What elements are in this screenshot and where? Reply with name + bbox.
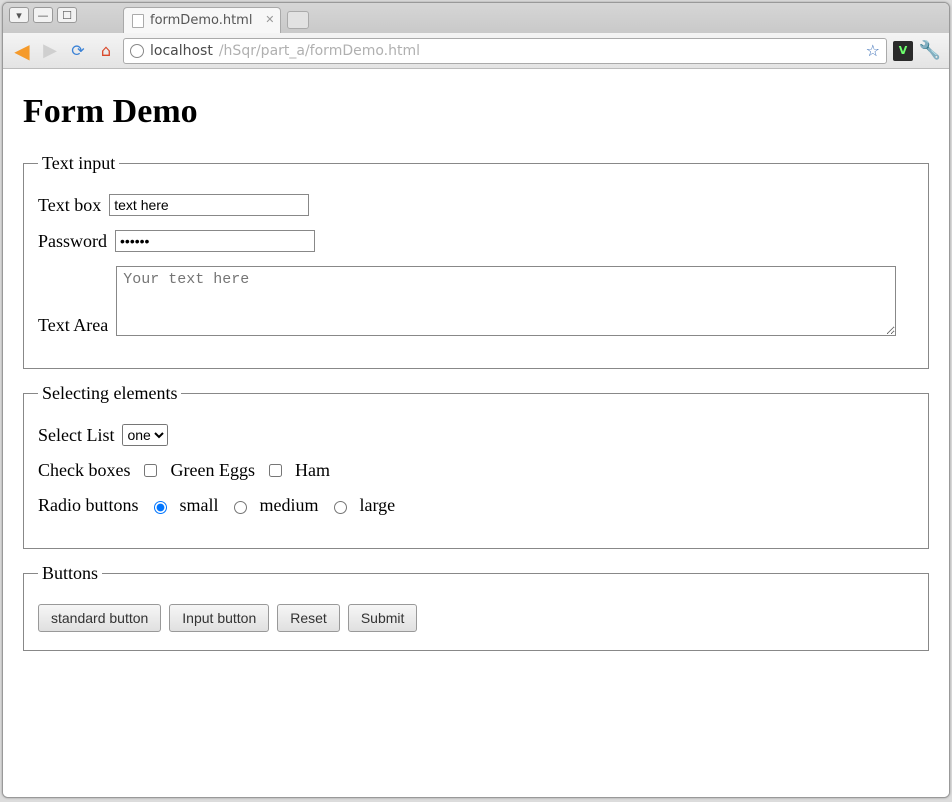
page-title: Form Demo	[23, 93, 929, 131]
checkbox-ham-label: Ham	[295, 460, 330, 481]
document-icon	[132, 14, 144, 28]
radio-medium[interactable]	[234, 501, 247, 514]
select-label: Select List	[38, 425, 114, 446]
radio-small-label: small	[180, 495, 219, 516]
new-tab-button[interactable]	[287, 11, 309, 29]
radio-large-label: large	[360, 495, 396, 516]
url-bar[interactable]: localhost/hSqr/part_a/formDemo.html ☆	[123, 38, 887, 64]
url-path: /hSqr/part_a/formDemo.html	[219, 43, 420, 59]
url-host: localhost	[150, 43, 213, 59]
fieldset-selecting: Selecting elements Select List one Check…	[23, 383, 929, 549]
checkboxes-label: Check boxes	[38, 460, 130, 481]
checkbox-ham[interactable]	[269, 464, 282, 477]
wrench-icon[interactable]: 🔧	[919, 40, 941, 62]
close-tab-icon[interactable]: ✕	[265, 13, 274, 26]
submit-button[interactable]: Submit	[348, 604, 418, 632]
checkbox-green-eggs[interactable]	[144, 464, 157, 477]
page-viewport: Form Demo Text input Text box Password T…	[3, 69, 949, 797]
nav-toolbar: ◀ ▶ ⟳ ⌂ localhost/hSqr/part_a/formDemo.h…	[3, 33, 949, 69]
bookmark-star-icon[interactable]: ☆	[866, 41, 880, 60]
home-button[interactable]: ⌂	[95, 40, 117, 62]
fieldset-buttons: Buttons standard button Input button Res…	[23, 563, 929, 651]
tab-strip: ▾ — ☐ formDemo.html ✕	[3, 3, 949, 33]
window-minimize-button[interactable]: —	[33, 7, 53, 23]
fieldset-text-input: Text input Text box Password Text Area	[23, 153, 929, 369]
browser-tab[interactable]: formDemo.html ✕	[123, 7, 281, 33]
forward-button[interactable]: ▶	[39, 40, 61, 62]
checkbox-green-eggs-label: Green Eggs	[170, 460, 254, 481]
radio-large[interactable]	[334, 501, 347, 514]
password-input[interactable]	[115, 230, 315, 252]
reload-button[interactable]: ⟳	[67, 40, 89, 62]
password-label: Password	[38, 231, 107, 252]
legend-buttons: Buttons	[38, 563, 102, 584]
window-menu-button[interactable]: ▾	[9, 7, 29, 23]
textarea-label: Text Area	[38, 315, 108, 336]
radios-label: Radio buttons	[38, 495, 139, 516]
legend-selecting: Selecting elements	[38, 383, 181, 404]
reset-button[interactable]: Reset	[277, 604, 340, 632]
textarea-input[interactable]	[116, 266, 896, 336]
extension-icon[interactable]: V	[893, 41, 913, 61]
standard-button[interactable]: standard button	[38, 604, 161, 632]
legend-text-input: Text input	[38, 153, 119, 174]
browser-window: ▾ — ☐ formDemo.html ✕ ◀ ▶ ⟳ ⌂ localhost/…	[2, 2, 950, 798]
radio-small[interactable]	[154, 501, 167, 514]
select-list[interactable]: one	[122, 424, 168, 446]
window-maximize-button[interactable]: ☐	[57, 7, 77, 23]
radio-medium-label: medium	[260, 495, 319, 516]
textbox-input[interactable]	[109, 194, 309, 216]
tab-title: formDemo.html	[150, 13, 252, 28]
input-button[interactable]: Input button	[169, 604, 269, 632]
back-button[interactable]: ◀	[11, 40, 33, 62]
globe-icon	[130, 44, 144, 58]
textbox-label: Text box	[38, 195, 101, 216]
